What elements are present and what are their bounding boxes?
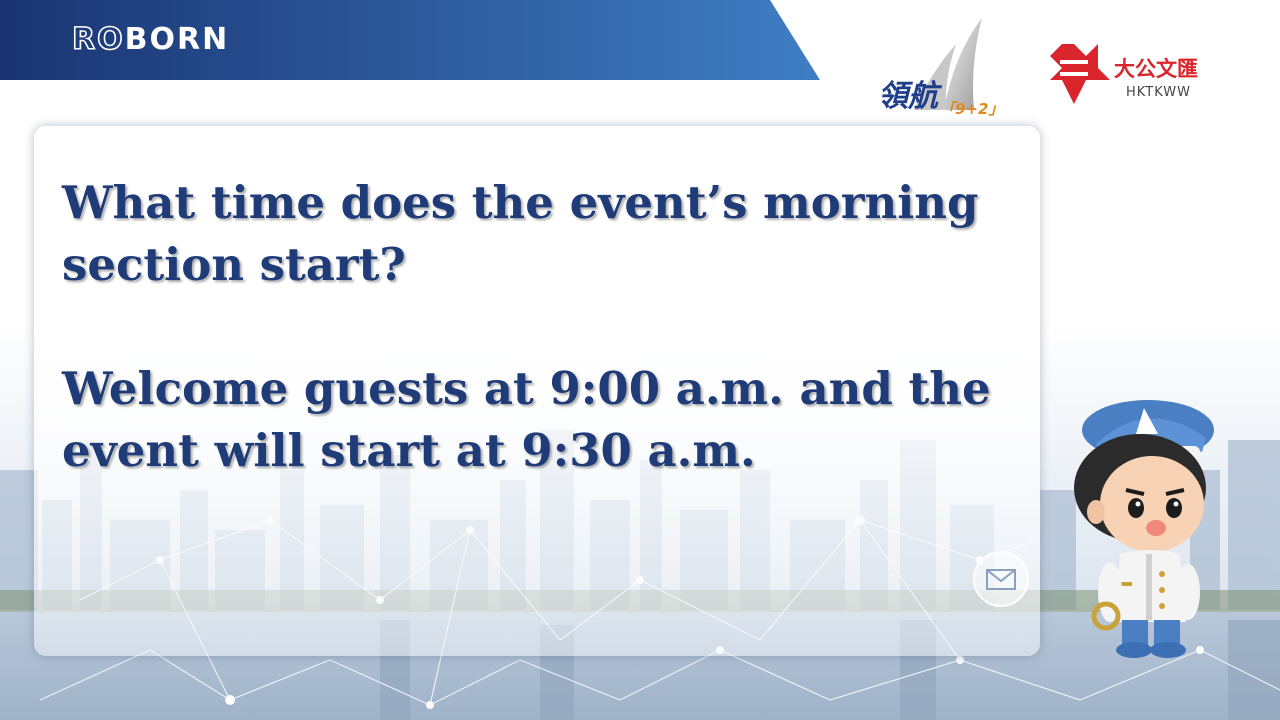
logo-lh-text: 領航 [878, 79, 943, 114]
hktkww-logo: 大公文匯 HKTKWW [1050, 44, 1198, 104]
answer-text: Welcome guests at 9:00 a.m. and the even… [62, 362, 991, 477]
roborn-logo: ROBORN [71, 21, 230, 58]
logo-hk-cn: 大公文匯 [1114, 56, 1198, 81]
brand-outline-text: RO [71, 21, 125, 58]
qa-text-block: What time does the event’s morning secti… [62, 172, 1052, 482]
brand-solid-text: BORN [124, 22, 230, 57]
mail-icon [973, 551, 1029, 607]
mascot-character [1074, 400, 1214, 658]
star-emblem-logo [1050, 44, 1110, 104]
sailboat-logo: 領航 「9+2」 [878, 18, 1003, 118]
logo-lh-sub: 「9+2」 [940, 100, 1003, 118]
question-text: What time does the event’s morning secti… [62, 176, 979, 291]
logo-hk-en: HKTKWW [1126, 85, 1191, 100]
